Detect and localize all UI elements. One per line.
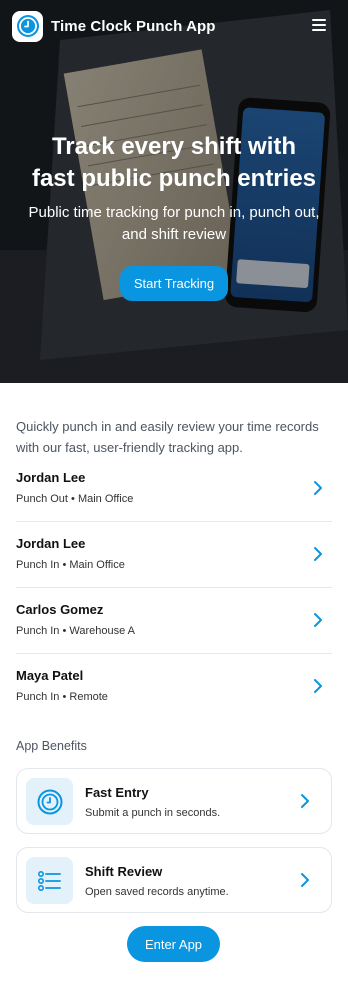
- entry-name: Carlos Gomez: [16, 602, 104, 617]
- enter-app-button[interactable]: Enter App: [127, 926, 220, 962]
- app-logo[interactable]: [12, 10, 43, 42]
- chevron-right-icon: [301, 873, 309, 887]
- card-icon-container: [26, 857, 73, 904]
- card-icon-container: [26, 778, 73, 825]
- entry-name: Maya Patel: [16, 668, 84, 683]
- clock-icon: [16, 15, 39, 37]
- list-item[interactable]: Jordan Lee Punch Out • Main Office: [16, 456, 332, 522]
- section-label-benefits: App Benefits: [16, 739, 87, 753]
- hero-section: Time Clock Punch App Track every shift w…: [0, 0, 348, 383]
- card-title: Shift Review: [85, 864, 163, 879]
- chevron-right-icon: [314, 481, 322, 495]
- entry-meta: Punch In • Main Office: [16, 559, 125, 571]
- chevron-right-icon: [314, 547, 322, 561]
- benefit-card-fast-entry[interactable]: Fast Entry Submit a punch in seconds.: [16, 768, 332, 834]
- card-description: Open saved records anytime.: [85, 886, 229, 898]
- hero-title: Track every shift with fast public punch…: [0, 131, 348, 195]
- start-tracking-button[interactable]: Start Tracking: [120, 266, 228, 301]
- entry-name: Jordan Lee: [16, 536, 86, 551]
- clock-icon: [37, 789, 62, 814]
- entry-name: Jordan Lee: [16, 470, 86, 485]
- app-bar: Time Clock Punch App: [0, 0, 348, 52]
- punch-entry-list: Jordan Lee Punch Out • Main Office Jorda…: [16, 456, 332, 720]
- entry-meta: Punch Out • Main Office: [16, 493, 134, 505]
- chevron-right-icon: [314, 679, 322, 693]
- hero-title-line1: Track every shift with: [51, 133, 297, 160]
- intro-text: Quickly punch in and easily review your …: [16, 419, 319, 455]
- hero-title-line2: fast public punch entries: [31, 165, 317, 192]
- app-title: Time Clock Punch App: [51, 17, 216, 35]
- hamburger-icon[interactable]: [312, 19, 326, 31]
- entry-meta: Punch In • Remote: [16, 691, 108, 703]
- entry-meta: Punch In • Warehouse A: [16, 625, 136, 637]
- list-item[interactable]: Carlos Gomez Punch In • Warehouse A: [16, 588, 332, 654]
- card-title: Fast Entry: [85, 785, 149, 800]
- benefit-card-shift-review[interactable]: Shift Review Open saved records anytime.: [16, 847, 332, 913]
- chevron-right-icon: [301, 794, 309, 808]
- hero-subtitle: Public time tracking for punch in, punch…: [28, 204, 320, 243]
- list-item[interactable]: Maya Patel Punch In • Remote: [16, 654, 332, 720]
- list-icon: [37, 870, 61, 891]
- card-description: Submit a punch in seconds.: [85, 807, 221, 819]
- chevron-right-icon: [314, 613, 322, 627]
- list-item[interactable]: Jordan Lee Punch In • Main Office: [16, 522, 332, 588]
